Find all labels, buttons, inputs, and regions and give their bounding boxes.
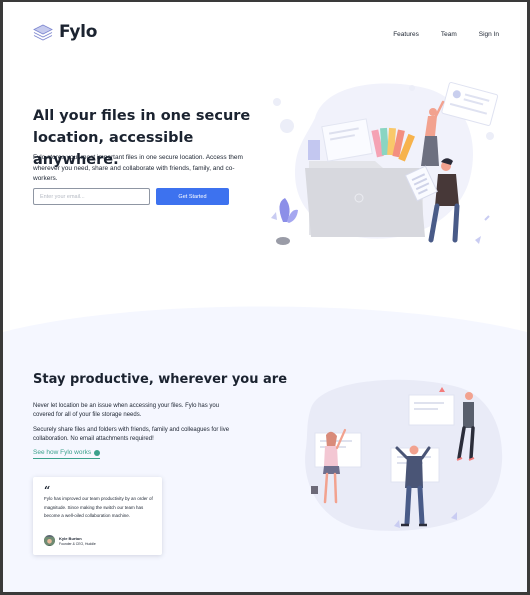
email-input[interactable] bbox=[33, 188, 150, 205]
logo-text: Fylo bbox=[59, 22, 98, 42]
testimonial-author: Kyle Burton bbox=[59, 536, 82, 541]
nav-sign-in[interactable]: Sign In bbox=[479, 31, 499, 38]
main-nav: Features Team Sign In bbox=[393, 31, 499, 38]
site-header: Fylo Features Team Sign In bbox=[3, 2, 527, 64]
productive-illustration bbox=[305, 379, 503, 531]
nav-features[interactable]: Features bbox=[393, 31, 419, 38]
productive-paragraph-1: Never let location be an issue when acce… bbox=[33, 403, 220, 418]
testimonial-role: Founder & CEO, Huddle bbox=[59, 541, 96, 546]
logo-icon bbox=[33, 24, 53, 41]
testimonial-card: “ Fylo has improved our team productivit… bbox=[33, 477, 162, 555]
hero-description: Fylo stores your most important files in… bbox=[33, 154, 243, 182]
avatar bbox=[44, 535, 55, 546]
get-started-button[interactable]: Get Started bbox=[156, 188, 229, 205]
see-how-link[interactable]: See how Fylo works bbox=[33, 449, 101, 459]
avatar-icon bbox=[44, 537, 55, 546]
arrow-icon bbox=[94, 449, 101, 456]
productive-paragraph-2: Securely share files and folders with fr… bbox=[33, 427, 230, 442]
page: Fylo Features Team Sign In All your file… bbox=[3, 2, 527, 592]
nav-team[interactable]: Team bbox=[441, 31, 457, 38]
testimonial-text: Fylo has improved our team productivity … bbox=[44, 496, 153, 518]
productive-title: Stay productive, wherever you are bbox=[33, 372, 288, 387]
see-how-link-label: See how Fylo works bbox=[33, 449, 92, 456]
logo[interactable]: Fylo bbox=[33, 22, 97, 42]
hero-illustration bbox=[271, 81, 499, 245]
